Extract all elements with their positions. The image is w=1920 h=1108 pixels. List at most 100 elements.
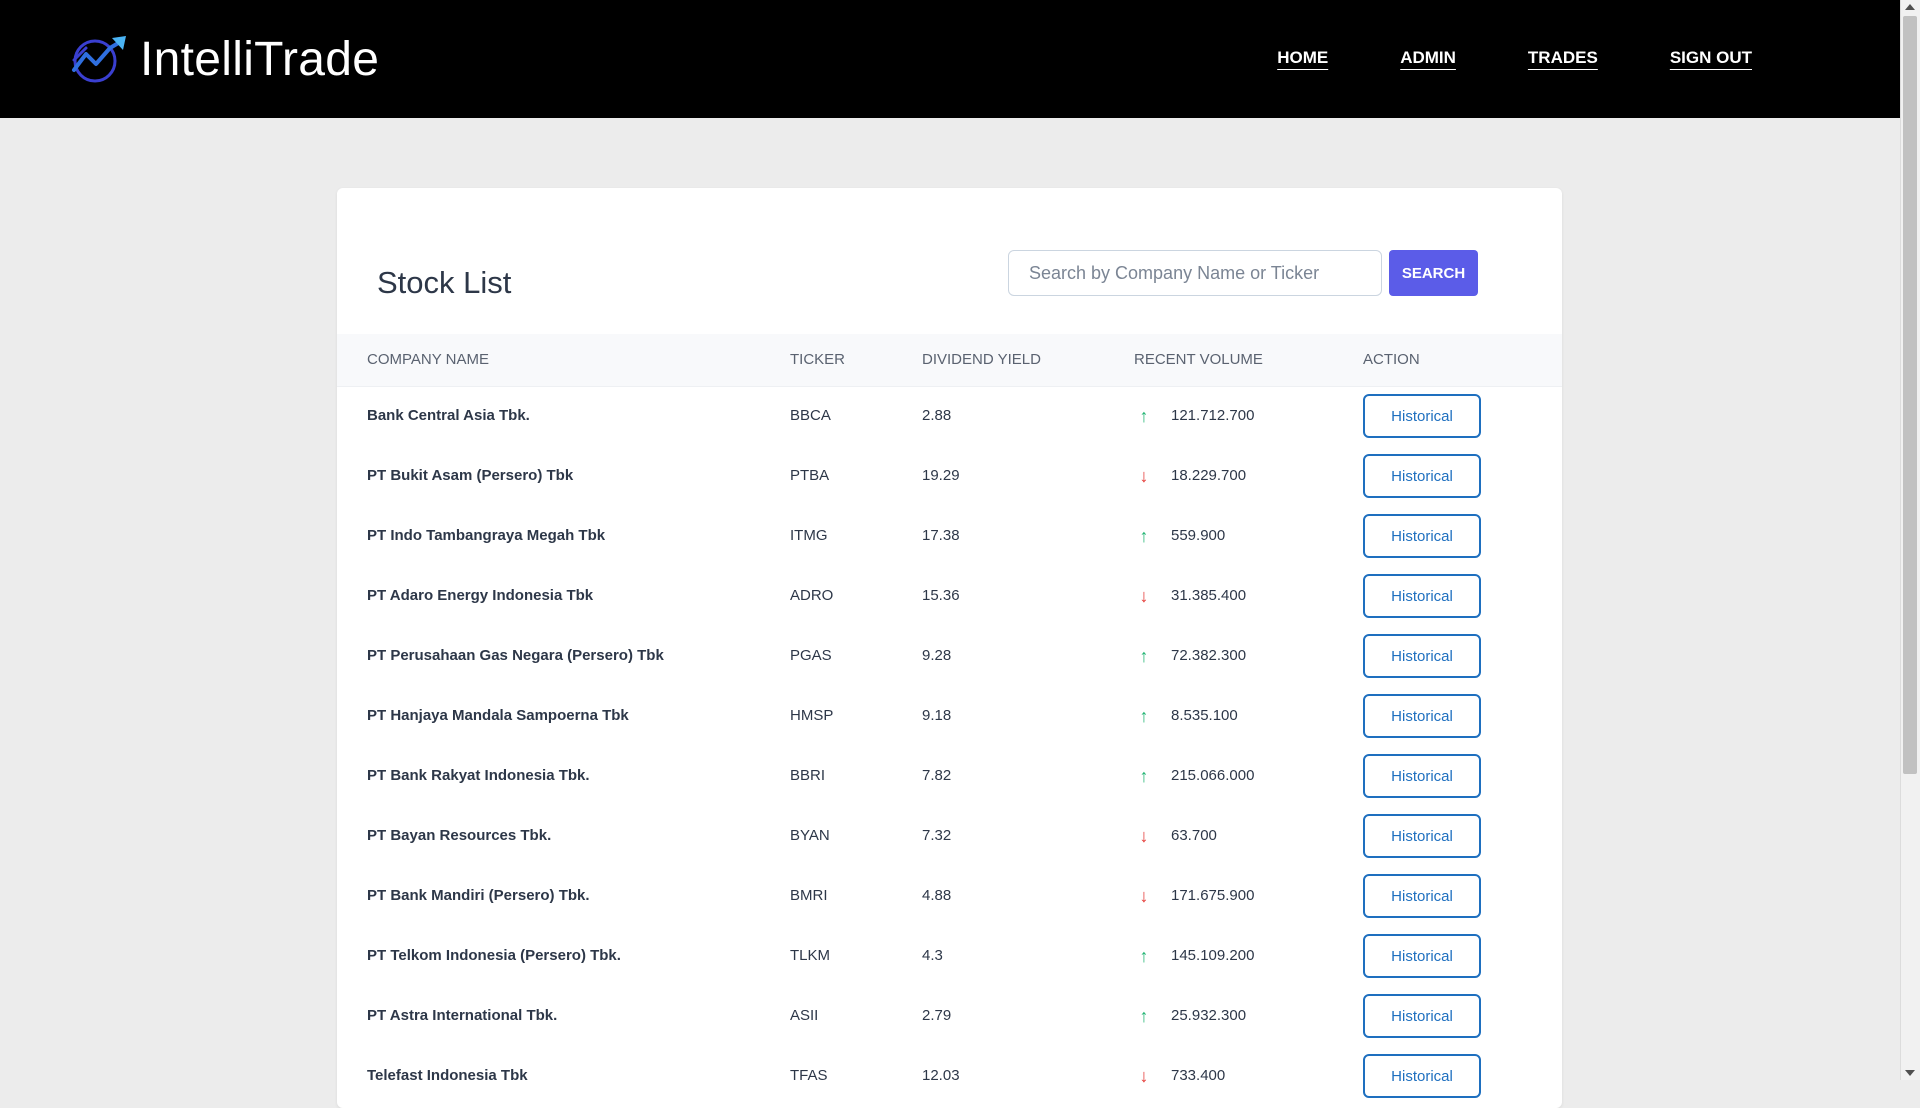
ticker: ASII (790, 1007, 819, 1024)
arrow-down-icon: ↓ (1139, 466, 1149, 486)
recent-volume: 733.400 (1171, 1067, 1226, 1084)
nav-home[interactable]: HOME (1277, 48, 1328, 68)
table-row: PT Perusahaan Gas Negara (Persero) Tbk PG… (337, 626, 1562, 686)
dividend-yield: 7.32 (922, 827, 952, 844)
header-action: ACTION (1363, 351, 1420, 368)
header-ticker: TICKER (790, 351, 846, 368)
historical-button[interactable]: Historical (1363, 814, 1481, 858)
table-header: COMPANY NAME TICKER DIVIDEND YIELD RECEN… (337, 334, 1562, 387)
company-name: PT Telkom Indonesia (Persero) Tbk. (367, 947, 621, 964)
arrow-down-icon: ↓ (1139, 886, 1149, 906)
company-name: PT Indo Tambangraya Megah Tbk (367, 527, 606, 544)
arrow-down-icon: ↓ (1139, 1066, 1149, 1086)
recent-volume: 18.229.700 (1171, 467, 1247, 484)
table-row: PT Astra International Tbk. ASII 2.79 ↑ 25.9… (337, 986, 1562, 1046)
historical-button[interactable]: Historical (1363, 994, 1481, 1038)
nav-sign-out[interactable]: SIGN OUT (1670, 48, 1752, 68)
dividend-yield: 7.82 (922, 767, 952, 784)
arrow-up-icon: ↑ (1139, 526, 1149, 546)
stock-list-card: Stock List SEARCH COMPANY NAME TICKER DI… (337, 188, 1562, 1108)
historical-button[interactable]: Historical (1363, 754, 1481, 798)
table-row: PT Bank Rakyat Indonesia Tbk. BBRI 7.82 ↑ 21… (337, 746, 1562, 806)
company-name: PT Bukit Asam (Persero) Tbk (367, 467, 574, 484)
ticker: TFAS (790, 1067, 828, 1084)
dividend-yield: 2.79 (922, 1007, 952, 1024)
nav-trades[interactable]: TRADES (1528, 48, 1598, 68)
arrow-up-icon: ↑ (1139, 946, 1149, 966)
historical-button[interactable]: Historical (1363, 874, 1481, 918)
recent-volume: 72.382.300 (1171, 647, 1247, 664)
page-title: Stock List (377, 264, 512, 300)
chart-trend-logo-icon (70, 34, 128, 84)
historical-button[interactable]: Historical (1363, 934, 1481, 978)
ticker: BBCA (790, 407, 831, 424)
recent-volume: 8.535.100 (1171, 707, 1238, 724)
company-name: PT Bank Rakyat Indonesia Tbk. (367, 767, 590, 784)
table-row: Telefast Indonesia Tbk TFAS 12.03 ↓ 733.400 H… (337, 1046, 1562, 1106)
ticker: PGAS (790, 647, 832, 664)
historical-button[interactable]: Historical (1363, 514, 1481, 558)
recent-volume: 215.066.000 (1171, 767, 1255, 784)
dividend-yield: 12.03 (922, 1067, 960, 1084)
historical-button[interactable]: Historical (1363, 454, 1481, 498)
search-input[interactable] (1008, 250, 1382, 296)
historical-button[interactable]: Historical (1363, 694, 1481, 738)
header-dividend-yield: DIVIDEND YIELD (922, 351, 1041, 368)
scroll-down-icon[interactable] (1905, 1070, 1915, 1076)
header-recent-volume: RECENT VOLUME (1134, 351, 1263, 368)
header-company-name: COMPANY NAME (367, 351, 489, 368)
company-name: PT Perusahaan Gas Negara (Persero) Tbk (367, 647, 664, 664)
recent-volume: 171.675.900 (1171, 887, 1255, 904)
company-name: Bank Central Asia Tbk. (367, 407, 530, 424)
company-name: PT Hanjaya Mandala Sampoerna Tbk (367, 707, 629, 724)
arrow-down-icon: ↓ (1139, 826, 1149, 846)
ticker: TLKM (790, 947, 831, 964)
arrow-up-icon: ↑ (1139, 406, 1149, 426)
historical-button[interactable]: Historical (1363, 1054, 1481, 1098)
scrollbar-thumb[interactable] (1903, 16, 1917, 774)
company-name: PT Bank Mandiri (Persero) Tbk. (367, 887, 590, 904)
ticker: BBRI (790, 767, 826, 784)
top-navbar: IntelliTrade HOME ADMIN TRADES SIGN OUT (0, 0, 1900, 118)
brand[interactable]: IntelliTrade (70, 28, 379, 90)
ticker: BMRI (790, 887, 828, 904)
table-row: PT Adaro Energy Indonesia Tbk ADRO 15.36 ↓ 3… (337, 566, 1562, 626)
nav-admin[interactable]: ADMIN (1400, 48, 1456, 68)
recent-volume: 121.712.700 (1171, 407, 1255, 424)
page-scrollbar[interactable] (1900, 0, 1920, 1080)
recent-volume: 63.700 (1171, 827, 1217, 844)
recent-volume: 145.109.200 (1171, 947, 1255, 964)
dividend-yield: 4.3 (922, 947, 943, 964)
ticker: ITMG (790, 527, 828, 544)
company-name: PT Bayan Resources Tbk. (367, 827, 552, 844)
table-row: PT Indo Tambangraya Megah Tbk ITMG 17.38 ↑ 5… (337, 506, 1562, 566)
ticker: BYAN (790, 827, 830, 844)
company-name: PT Astra International Tbk. (367, 1007, 558, 1024)
ticker: HMSP (790, 707, 834, 724)
recent-volume: 25.932.300 (1171, 1007, 1247, 1024)
dividend-yield: 15.36 (922, 587, 960, 604)
arrow-down-icon: ↓ (1139, 586, 1149, 606)
company-name: Telefast Indonesia Tbk (367, 1067, 528, 1084)
recent-volume: 559.900 (1171, 527, 1226, 544)
arrow-up-icon: ↑ (1139, 1006, 1149, 1026)
table-row: Bank Central Asia Tbk. BBCA 2.88 ↑ 121.712.7… (337, 386, 1562, 446)
table-row: PT Telkom Indonesia (Persero) Tbk. TLKM 4.… (337, 926, 1562, 986)
arrow-up-icon: ↑ (1139, 646, 1149, 666)
dividend-yield: 2.88 (922, 407, 952, 424)
recent-volume: 31.385.400 (1171, 587, 1247, 604)
table-row: PT Bank Mandiri (Persero) Tbk. BMRI 4.88 ↓ 1… (337, 866, 1562, 926)
historical-button[interactable]: Historical (1363, 634, 1481, 678)
search-button[interactable]: SEARCH (1389, 250, 1478, 296)
dividend-yield: 9.18 (922, 707, 952, 724)
brand-name: IntelliTrade (140, 32, 380, 86)
scroll-up-icon[interactable] (1905, 4, 1915, 10)
dividend-yield: 17.38 (922, 527, 960, 544)
historical-button[interactable]: Historical (1363, 574, 1481, 618)
historical-button[interactable]: Historical (1363, 394, 1481, 438)
ticker: PTBA (790, 467, 830, 484)
table-row: PT Bayan Resources Tbk. BYAN 7.32 ↓ 63.700 Hi… (337, 806, 1562, 866)
dividend-yield: 4.88 (922, 887, 952, 904)
dividend-yield: 9.28 (922, 647, 952, 664)
table-row: PT Bukit Asam (Persero) Tbk PTBA 19.29 ↓ 18.… (337, 446, 1562, 506)
